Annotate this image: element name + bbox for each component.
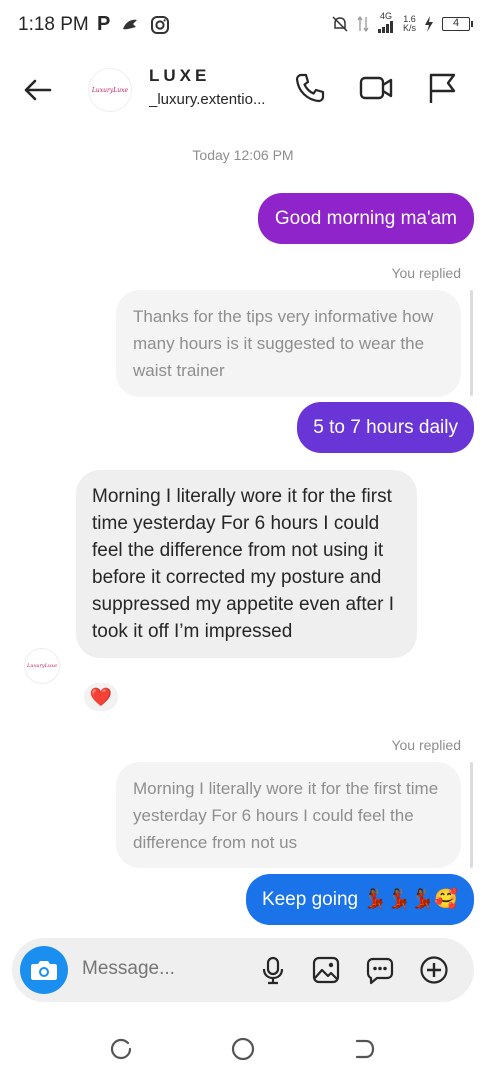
recents-icon[interactable] — [108, 1036, 134, 1062]
quote-bar — [470, 762, 473, 868]
incoming-message[interactable]: Morning I literally wore it for the firs… — [76, 470, 417, 658]
contact-name[interactable]: LUXE — [149, 66, 210, 86]
signal-icon — [377, 21, 393, 33]
sender-avatar[interactable]: LuxuryLuxe — [24, 648, 60, 684]
contact-username[interactable]: _luxury.extentio... — [149, 91, 279, 108]
camera-icon — [31, 961, 57, 980]
outgoing-message[interactable]: Keep going 💃🏾💃🏾💃🏾🥰 — [245, 874, 474, 925]
network-type: 4G — [379, 11, 392, 21]
heart-reaction[interactable]: ❤️ — [82, 681, 120, 713]
microphone-icon[interactable] — [258, 955, 288, 985]
phone-icon[interactable] — [292, 70, 328, 106]
video-camera-icon[interactable] — [358, 70, 394, 106]
reply-label: You replied — [391, 737, 461, 753]
message-input[interactable] — [82, 958, 242, 980]
outgoing-message[interactable]: Good morning ma'am — [257, 193, 474, 244]
network-speed: 1.6 K/s — [402, 13, 416, 33]
avatar[interactable]: LuxuryLuxe — [88, 68, 132, 112]
quote-bar — [470, 290, 473, 396]
outgoing-message[interactable]: 5 to 7 hours daily — [297, 402, 474, 453]
reply-label: You replied — [391, 265, 461, 281]
battery-indicator: 4 — [442, 16, 473, 31]
p-icon: P — [97, 13, 111, 35]
chat-timestamp: Today 12:06 PM — [192, 147, 294, 163]
chat-header: LuxuryLuxe LUXE _luxury.extentio... — [0, 50, 486, 130]
gallery-icon[interactable] — [311, 955, 341, 985]
avatar-logo-text: LuxuryLuxe — [91, 86, 129, 94]
home-icon[interactable] — [230, 1036, 256, 1062]
data-arrows-icon — [357, 15, 369, 32]
avatar-logo-text: LuxuryLuxe — [26, 663, 58, 669]
message-composer — [12, 938, 474, 1002]
heart-icon: ❤️ — [89, 686, 113, 707]
mute-icon — [332, 15, 348, 32]
back-arrow-icon[interactable] — [20, 72, 56, 108]
status-bar: 1:18 PM P 4G 1.6 K/s 4 — [0, 0, 486, 50]
instagram-icon — [151, 15, 170, 34]
messenger-icon — [123, 19, 138, 29]
quoted-message[interactable]: Thanks for the tips very informative how… — [116, 290, 461, 397]
back-nav-icon[interactable] — [352, 1036, 378, 1062]
charging-icon — [425, 15, 433, 32]
status-time: 1:18 PM — [18, 14, 89, 35]
quoted-message[interactable]: Morning I literally wore it for the firs… — [116, 762, 461, 868]
add-icon[interactable] — [419, 955, 449, 985]
sticker-icon[interactable] — [365, 955, 395, 985]
flag-icon[interactable] — [424, 70, 460, 106]
system-nav-bar — [0, 1018, 486, 1080]
camera-button[interactable] — [20, 946, 68, 994]
